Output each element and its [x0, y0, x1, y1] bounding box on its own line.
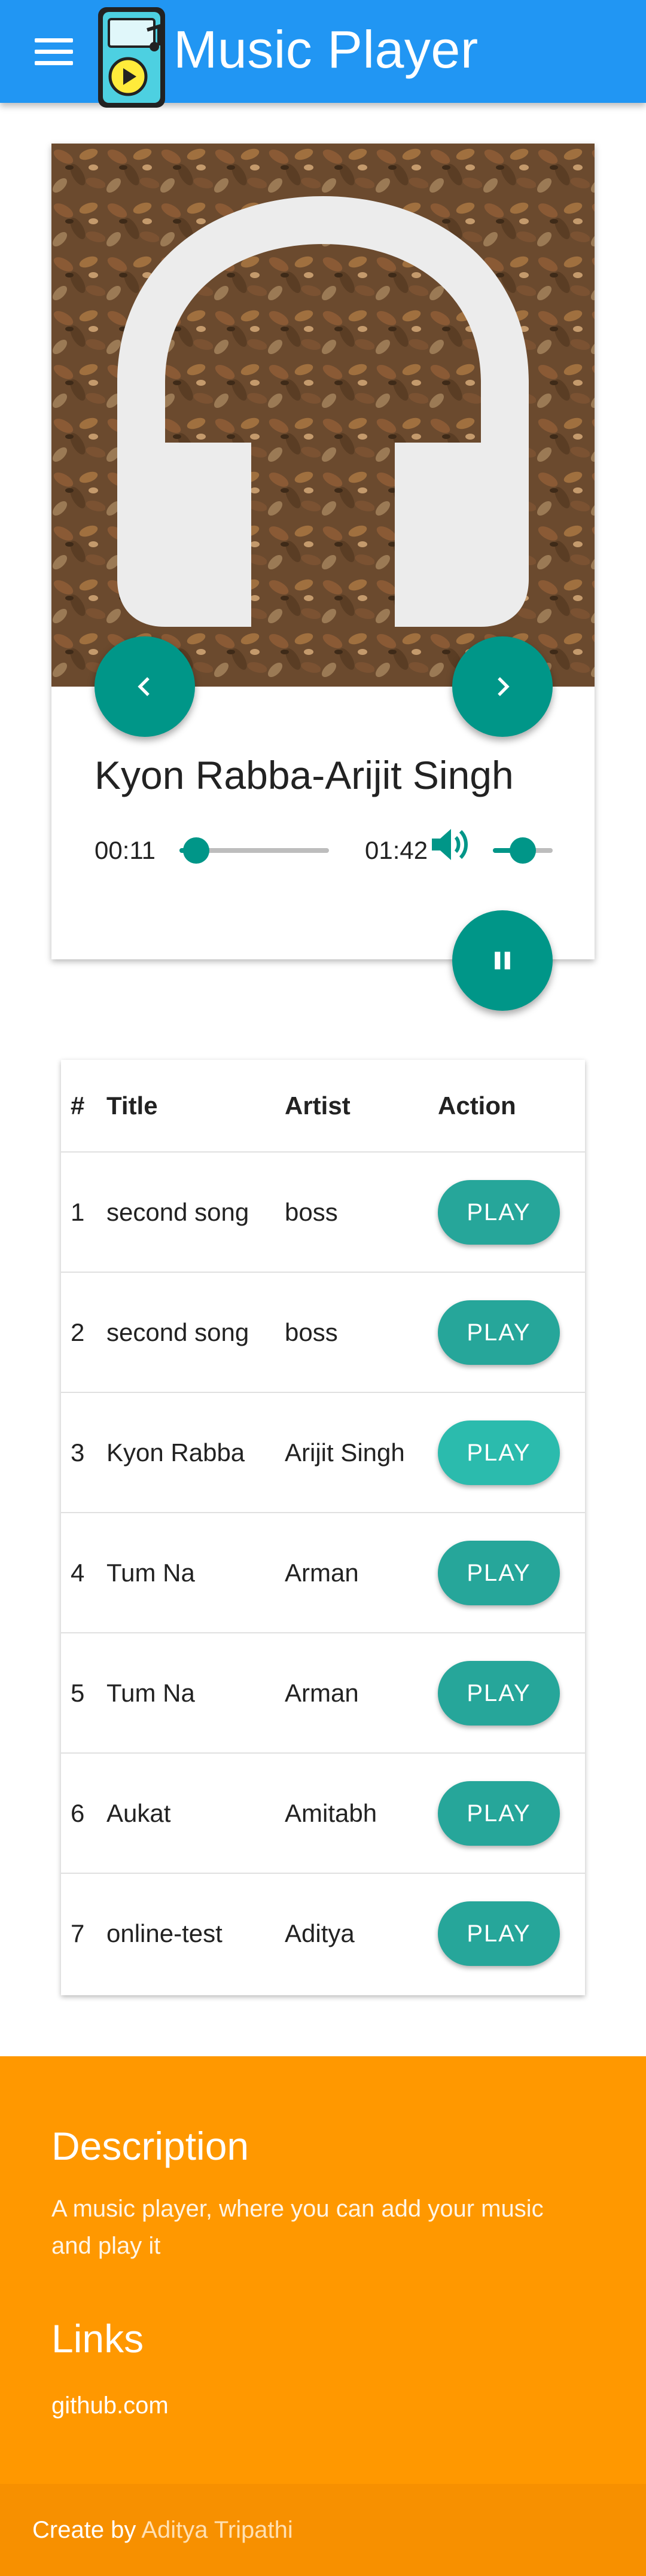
row-number: 4 [71, 1558, 85, 1587]
play-button[interactable]: PLAY [438, 1420, 560, 1485]
table-row: 7 online-test Aditya PLAY [61, 1873, 585, 1993]
description-heading: Description [51, 2124, 249, 2168]
previous-button[interactable] [95, 636, 195, 737]
column-header-action: Action [438, 1091, 516, 1120]
player-card: Kyon Rabba-Arijit Singh 00:11 01:42 [51, 144, 595, 1011]
column-header-artist: Artist [285, 1091, 351, 1120]
play-button[interactable]: PLAY [438, 1660, 560, 1726]
column-header-number: # [71, 1091, 85, 1120]
song-title-cell: Kyon Rabba [106, 1438, 245, 1467]
app-title: Music Player [173, 20, 479, 79]
seek-slider-thumb[interactable] [182, 837, 209, 864]
description-text: A music player, where you can add your m… [51, 2196, 544, 2259]
song-title-cell: online-test [106, 1919, 223, 1947]
table-row: 2 second song boss PLAY [61, 1272, 585, 1392]
row-number: 3 [71, 1438, 85, 1467]
album-cover-image [51, 144, 595, 687]
copyright-bar: Create by Aditya Tripathi [0, 2484, 646, 2576]
page-footer: Description A music player, where you ca… [0, 2056, 646, 2576]
play-button[interactable]: PLAY [438, 1300, 560, 1365]
table-row: 6 Aukat Amitabh PLAY [61, 1753, 585, 1873]
current-time: 00:11 [95, 836, 156, 864]
volume-slider-thumb[interactable] [510, 837, 536, 864]
row-number: 2 [71, 1318, 85, 1346]
next-button[interactable] [452, 636, 553, 737]
table-row: 4 Tum Na Arman PLAY [61, 1513, 585, 1633]
author-link[interactable]: Aditya Tripathi [141, 2517, 292, 2543]
play-button[interactable]: PLAY [438, 1901, 560, 1966]
github-link[interactable]: github.com [51, 2392, 169, 2419]
chevron-left-icon [138, 677, 150, 696]
artist-cell: boss [285, 1197, 338, 1226]
pause-button[interactable] [452, 910, 553, 1011]
chevron-right-icon [498, 677, 510, 696]
song-title-cell: Tum Na [106, 1678, 195, 1707]
column-header-title: Title [106, 1091, 158, 1120]
links-heading: Links [51, 2316, 144, 2361]
copyright-prefix: Create by [32, 2517, 142, 2543]
now-playing-title: Kyon Rabba-Arijit Singh [95, 753, 514, 797]
row-number: 7 [71, 1919, 85, 1947]
row-number: 6 [71, 1798, 85, 1827]
volume-up-icon[interactable] [429, 825, 473, 864]
hamburger-menu-icon[interactable] [35, 38, 73, 67]
song-table: # Title Artist Action 1 second song boss… [61, 1060, 585, 1995]
artist-cell: Aditya [285, 1919, 355, 1947]
table-row: 5 Tum Na Arman PLAY [61, 1633, 585, 1753]
artist-cell: Amitabh [285, 1798, 377, 1827]
song-title-cell: Tum Na [106, 1558, 195, 1587]
play-button[interactable]: PLAY [438, 1781, 560, 1846]
row-number: 5 [71, 1678, 85, 1707]
play-button[interactable]: PLAY [438, 1179, 560, 1245]
pause-icon [495, 952, 510, 970]
duration-time: 01:42 [365, 836, 428, 864]
table-row: 3 Kyon Rabba Arijit Singh PLAY [61, 1392, 585, 1513]
artist-cell: Arman [285, 1678, 359, 1707]
artist-cell: Arijit Singh [285, 1438, 405, 1467]
song-title-cell: second song [106, 1318, 249, 1346]
table-header-row: # Title Artist Action [61, 1060, 585, 1152]
table-row: 1 second song boss PLAY [61, 1152, 585, 1272]
seek-slider[interactable] [179, 837, 329, 864]
song-title-cell: Aukat [106, 1798, 171, 1827]
music-player-device-icon [98, 7, 165, 108]
artist-cell: Arman [285, 1558, 359, 1587]
volume-slider[interactable] [493, 837, 553, 864]
app-bar: Music Player [0, 0, 646, 108]
artist-cell: boss [285, 1318, 338, 1346]
play-button[interactable]: PLAY [438, 1540, 560, 1605]
song-title-cell: second song [106, 1197, 249, 1226]
row-number: 1 [71, 1197, 85, 1226]
